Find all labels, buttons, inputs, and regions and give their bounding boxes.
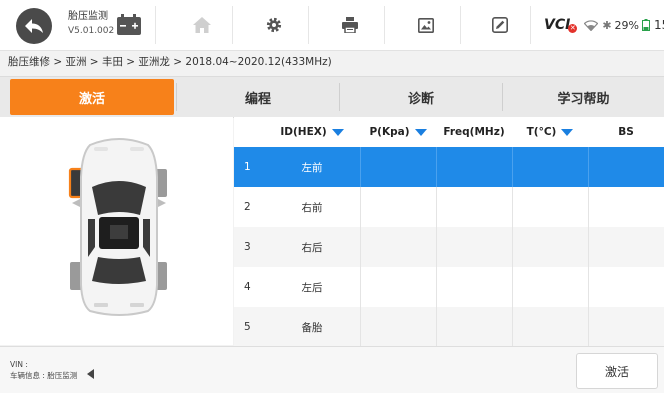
row-number: 5 xyxy=(244,321,251,333)
edit-button[interactable] xyxy=(470,3,530,47)
battery-level-icon xyxy=(642,19,650,31)
column-header-frequency: Freq(MHz) xyxy=(436,117,512,147)
clock: 15:08 xyxy=(654,18,664,32)
column-header-temperature[interactable]: T(°C) xyxy=(512,117,588,147)
tab-label: 激活 xyxy=(78,91,105,107)
header-label: ID(HEX) xyxy=(280,126,327,138)
toolbar-divider xyxy=(384,6,385,44)
column-header-no xyxy=(234,117,264,147)
tab-divider xyxy=(176,83,177,111)
column-header-bs: BS xyxy=(588,117,664,147)
home-button[interactable] xyxy=(172,3,232,47)
table-row[interactable]: 1 左前 xyxy=(234,147,664,187)
sort-down-icon xyxy=(414,128,427,136)
print-icon xyxy=(342,17,358,33)
row-number: 4 xyxy=(244,281,251,293)
row-position: 右前 xyxy=(301,201,323,214)
app-version: V5.01.002 xyxy=(68,26,115,36)
row-position: 左前 xyxy=(301,161,323,174)
row-position: 左后 xyxy=(301,281,323,294)
row-number: 1 xyxy=(244,161,251,173)
header-label: Freq(MHz) xyxy=(443,126,505,138)
row-number: 3 xyxy=(244,241,251,253)
vin-label: VIN : xyxy=(10,360,28,369)
table-row[interactable]: 3 右后 xyxy=(234,227,664,267)
home-icon xyxy=(193,17,211,33)
column-header-pressure[interactable]: P(Kpa) xyxy=(360,117,436,147)
status-area: VCI✕ ✱ 29% 15:08 xyxy=(544,0,664,50)
edit-icon xyxy=(492,17,508,33)
settings-button[interactable] xyxy=(244,3,304,47)
header-label: BS xyxy=(618,126,634,138)
vci-icon: VCI ✕ xyxy=(544,17,578,33)
vehicle-info-text: 车辆信息 : 胎压监测 xyxy=(10,371,78,380)
toolbar-divider xyxy=(232,6,233,44)
header-label: P(Kpa) xyxy=(369,126,410,138)
table-header: ID(HEX) P(Kpa) Freq(MHz) T(°C) BS xyxy=(234,117,664,147)
battery-icon xyxy=(117,14,141,35)
toolbar-divider xyxy=(155,6,156,44)
collapse-arrow-icon[interactable] xyxy=(87,369,94,379)
tab-program[interactable]: 编程 xyxy=(178,77,338,117)
table-row[interactable]: 5 备胎 xyxy=(234,307,664,347)
tab-activate[interactable]: 激活 xyxy=(10,79,174,115)
table-row[interactable]: 2 右前 xyxy=(234,187,664,227)
header-label: T(°C) xyxy=(526,126,557,138)
tab-label: 诊断 xyxy=(407,91,434,107)
wifi-icon xyxy=(584,19,599,31)
sort-down-icon xyxy=(561,128,574,136)
activate-button[interactable]: 激活 xyxy=(576,353,658,389)
print-button[interactable] xyxy=(320,3,380,47)
sensor-table: ID(HEX) P(Kpa) Freq(MHz) T(°C) BS 1 左前 2… xyxy=(234,117,664,347)
row-position: 备胎 xyxy=(301,321,323,334)
vehicle-info: VIN : 车辆信息 : 胎压监测 xyxy=(10,359,77,381)
image-icon xyxy=(418,17,434,33)
toolbar-divider xyxy=(530,6,531,44)
breadcrumb: 胎压维修 > 亚洲 > 丰田 > 亚洲龙 > 2018.04~2020.12(4… xyxy=(8,56,332,68)
table-row[interactable]: 4 左后 xyxy=(234,267,664,307)
vci-label: VCI xyxy=(544,17,571,33)
sort-down-icon xyxy=(331,128,344,136)
settings-icon xyxy=(266,17,282,33)
row-position: 右后 xyxy=(301,241,323,254)
bottom-bar: VIN : 车辆信息 : 胎压监测 激活 xyxy=(0,346,664,393)
back-button[interactable] xyxy=(16,8,52,44)
car-top-view-icon xyxy=(68,138,167,316)
app-name: 胎压监测 xyxy=(68,11,108,22)
tab-learn-help[interactable]: 学习帮助 xyxy=(503,77,664,117)
row-number: 2 xyxy=(244,201,251,213)
tab-bar: 激活 编程 诊断 学习帮助 xyxy=(0,76,664,118)
back-arrow-icon xyxy=(25,19,43,33)
tab-diagnose[interactable]: 诊断 xyxy=(340,77,502,117)
toolbar-divider xyxy=(460,6,461,44)
image-button[interactable] xyxy=(396,3,456,47)
tab-label: 编程 xyxy=(244,91,271,107)
toolbar-divider xyxy=(308,6,309,44)
bluetooth-icon: ✱ xyxy=(602,18,612,32)
top-bar: 胎压监测 V5.01.002 VCI ✕ ✱ 29% 1 xyxy=(0,0,664,51)
tab-label: 学习帮助 xyxy=(557,91,610,107)
battery-percent: 29% xyxy=(614,18,639,32)
column-header-id[interactable]: ID(HEX) xyxy=(264,117,360,147)
vehicle-panel xyxy=(0,117,233,345)
